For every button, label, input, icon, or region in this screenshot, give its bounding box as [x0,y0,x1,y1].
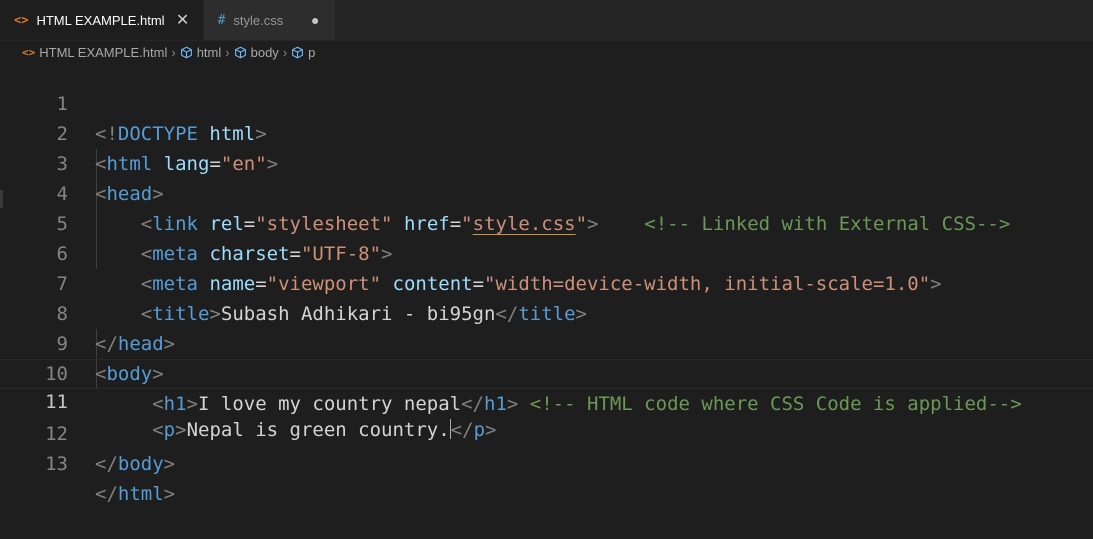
code-line: 7 <title>Subash Adhikari - bi95gn</title… [0,239,1093,325]
tag-name: html [117,483,164,505]
breadcrumb-file[interactable]: <> HTML EXAMPLE.html [22,45,167,60]
code-line: 4 <link rel="stylesheet" href="style.css… [0,149,1093,235]
code-line-current: 11 <p>Nepal is green country.</p> [0,359,1093,441]
code-line: 12 </body> [0,389,1093,475]
code-line: 1 <!DOCTYPE html> [0,59,1093,145]
breadcrumb-body-label: body [250,44,279,60]
breadcrumb-p-label: p [308,44,316,60]
punct: > [163,483,176,505]
chevron-right-icon: › [282,44,288,60]
breadcrumb-html[interactable]: html [180,44,222,60]
tab-style-css[interactable]: # style.css ● [203,0,337,40]
code-line: 2 <html lang="en"> [0,89,1093,175]
code-line: 6 <meta name="viewport" content="width=d… [0,209,1093,295]
tab-label: HTML EXAMPLE.html [36,12,165,28]
breadcrumb-p[interactable]: p [291,45,315,60]
html-file-icon: <> [22,45,36,59]
punct: </ [95,453,118,475]
code-line: 13 </html> [0,419,1093,505]
breadcrumb-body[interactable]: body [234,45,279,60]
unsaved-dot-icon[interactable]: ● [307,12,323,28]
code-line: 3 <head> [0,119,1093,205]
punct: > [163,453,176,475]
html-file-icon: <> [14,13,29,27]
element-cube-icon [180,46,192,58]
css-file-icon: # [217,12,226,28]
punct: </ [95,483,118,505]
code-line: 9 <body> [0,299,1093,385]
tab-html-example[interactable]: <> HTML EXAMPLE.html ✕ [0,0,204,40]
code-line: 5 <meta charset="UTF-8"> [0,179,1093,265]
element-cube-icon [292,46,304,58]
tag-name: body [117,453,164,475]
chevron-right-icon: › [225,44,230,60]
line-number: 13 [45,453,68,475]
element-cube-icon [234,46,246,58]
chevron-right-icon: › [171,44,176,60]
close-icon[interactable]: ✕ [175,10,191,30]
breadcrumb-file-label: HTML EXAMPLE.html [39,44,168,60]
editor-tab-bar: <> HTML EXAMPLE.html ✕ # style.css ● [0,0,1093,41]
code-editor[interactable]: 1 <!DOCTYPE html> 2 <html lang="en"> 3 <… [0,59,1093,505]
code-line: 10 <h1>I love my country nepal</h1> <!--… [0,329,1093,415]
tab-label: style.css [233,12,284,28]
breadcrumb-html-label: html [196,44,222,60]
code-line: 8 </head> [0,269,1093,355]
